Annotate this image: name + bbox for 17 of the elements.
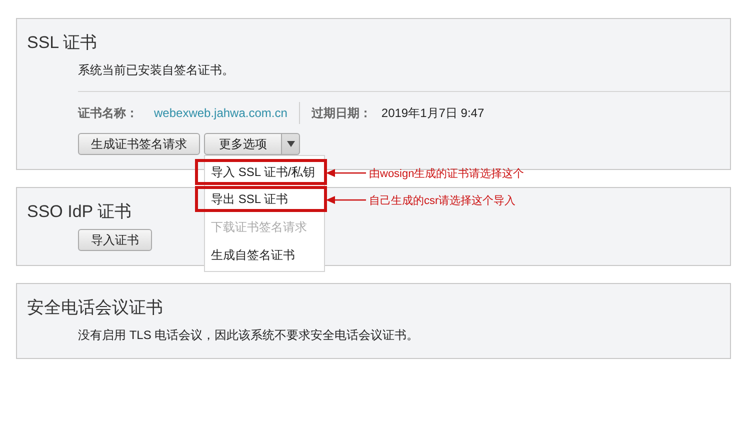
more-options-button[interactable]: 更多选项: [204, 133, 282, 155]
menu-item[interactable]: 导入 SSL 证书/私钥: [205, 162, 324, 182]
menu-item[interactable]: 导出 SSL 证书: [205, 189, 324, 209]
expiry-value: 2019年1月7日 9:47: [381, 104, 484, 122]
annotation-text: 由wosign生成的证书请选择这个: [369, 166, 524, 180]
section-description: 系统当前已安装自签名证书。: [78, 62, 235, 79]
section-title: SSL 证书: [27, 32, 98, 54]
action-button[interactable]: 导入证书: [78, 229, 152, 251]
section-title: 安全电话会议证书: [27, 297, 163, 319]
section-title: SSO IdP 证书: [27, 201, 132, 223]
dropdown-caret-icon[interactable]: [282, 133, 300, 155]
annotation-text: 自己生成的csr请选择这个导入: [369, 194, 516, 208]
section-description: 没有启用 TLS 电话会议，因此该系统不要求安全电话会议证书。: [78, 327, 420, 344]
action-button[interactable]: 生成证书签名请求: [78, 133, 200, 155]
certificate-name-label: 证书名称：: [78, 104, 138, 122]
expiry-label: 过期日期：: [311, 104, 372, 122]
menu-item[interactable]: 生成自签名证书: [205, 241, 324, 269]
